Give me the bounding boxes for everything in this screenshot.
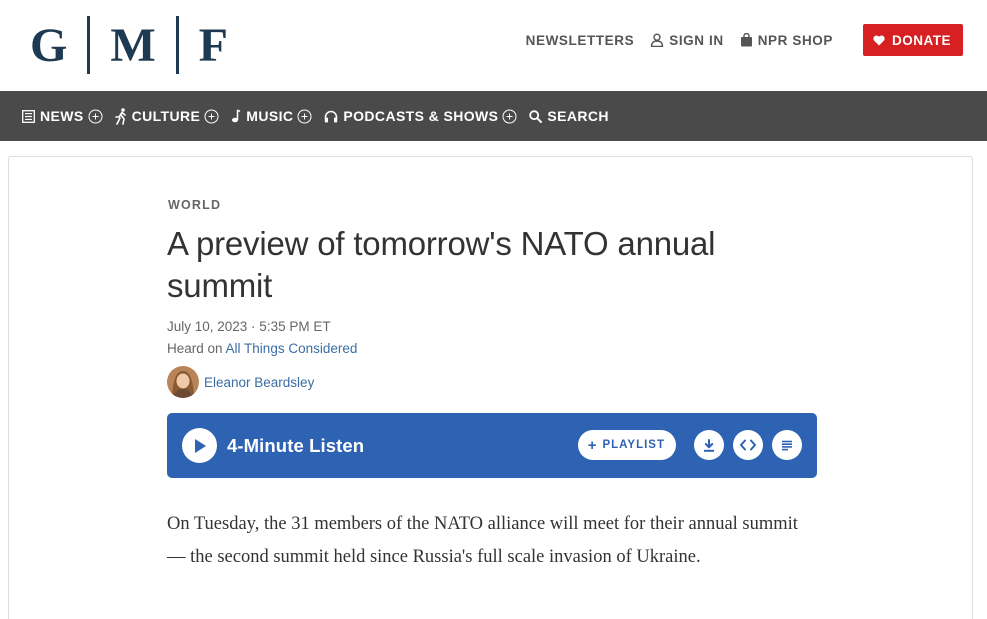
transcript-icon [782, 440, 792, 450]
newsletters-link[interactable]: NEWSLETTERS [526, 33, 635, 48]
nav-item-culture[interactable]: CULTURE [114, 107, 220, 125]
nav-item-label: PODCASTS & SHOWS [343, 108, 499, 124]
heart-icon [873, 35, 885, 45]
heard-on: Heard on All Things Considered [167, 341, 357, 356]
npr-shop-label: NPR SHOP [757, 32, 833, 48]
show-link[interactable]: All Things Considered [226, 341, 358, 356]
logo-letter-g: G [30, 18, 68, 72]
gmf-logo[interactable]: G M F [30, 14, 228, 76]
expand-plus-icon[interactable] [502, 109, 517, 124]
player-actions: + PLAYLIST [577, 430, 802, 460]
donate-label: DONATE [892, 32, 951, 48]
section-slug[interactable]: WORLD [168, 198, 221, 212]
heard-on-prefix: Heard on [167, 341, 226, 356]
nav-item-music[interactable]: MUSIC [231, 108, 312, 124]
logo-letter-f: F [198, 18, 228, 72]
article-headline: A preview of tomorrow's NATO annual summ… [167, 225, 716, 304]
author-avatar[interactable] [167, 366, 199, 398]
article-paragraph: On Tuesday, the 31 members of the NATO a… [167, 514, 798, 567]
nav-item-label: SEARCH [547, 108, 609, 124]
sign-in-label: SIGN IN [669, 32, 724, 48]
expand-plus-icon[interactable] [204, 109, 219, 124]
article-date: July 10, 2023 · 5:35 PM ET [167, 319, 331, 334]
audio-player: 4-Minute Listen + PLAYLIST [167, 413, 817, 478]
sign-in-link[interactable]: SIGN IN [650, 33, 723, 48]
author-link[interactable]: Eleanor Beardsley [204, 375, 314, 390]
playlist-label: PLAYLIST [602, 439, 665, 451]
music-note-icon [231, 109, 241, 123]
embed-icon [740, 439, 756, 451]
donate-button[interactable]: DONATE [863, 24, 963, 56]
download-icon [704, 438, 714, 452]
user-icon [651, 33, 664, 47]
utility-links: NEWSLETTERS SIGN IN NPR SHOP DONATE [510, 24, 963, 56]
culture-icon [114, 107, 127, 125]
logo-letter-m: M [110, 18, 156, 72]
plus-icon: + [587, 436, 598, 454]
search-icon [529, 109, 543, 123]
article-card: WORLD A preview of tomorrow's NATO annua… [8, 156, 973, 619]
logo-divider [175, 16, 179, 74]
embed-button[interactable] [733, 430, 763, 460]
expand-plus-icon[interactable] [88, 109, 103, 124]
news-icon [22, 109, 35, 123]
nav-item-label: CULTURE [131, 108, 201, 124]
download-button[interactable] [694, 430, 724, 460]
site-header: G M F NEWSLETTERS SIGN IN NPR SHOP DONAT… [0, 0, 987, 91]
bag-icon [740, 33, 752, 47]
nav-item-search[interactable]: SEARCH [529, 108, 609, 124]
expand-plus-icon[interactable] [297, 109, 312, 124]
nav-item-label: NEWS [40, 108, 84, 124]
byline: Eleanor Beardsley [167, 366, 314, 398]
npr-shop-link[interactable]: NPR SHOP [740, 33, 833, 48]
add-to-playlist-button[interactable]: + PLAYLIST [577, 430, 676, 460]
nav-item-label: MUSIC [246, 108, 294, 124]
play-button[interactable] [182, 428, 217, 463]
play-icon [194, 438, 206, 453]
transcript-button[interactable] [772, 430, 802, 460]
newsletters-label: NEWSLETTERS [525, 32, 635, 48]
logo-divider [87, 16, 91, 74]
main-nav: NEWS CULTURE MUSIC PODCASTS & SHOWS SEAR… [0, 91, 987, 141]
listen-duration: 4-Minute Listen [227, 434, 365, 456]
nav-item-podcasts[interactable]: PODCASTS & SHOWS [324, 108, 517, 124]
nav-item-news[interactable]: NEWS [22, 108, 103, 124]
headphones-icon [324, 110, 338, 123]
